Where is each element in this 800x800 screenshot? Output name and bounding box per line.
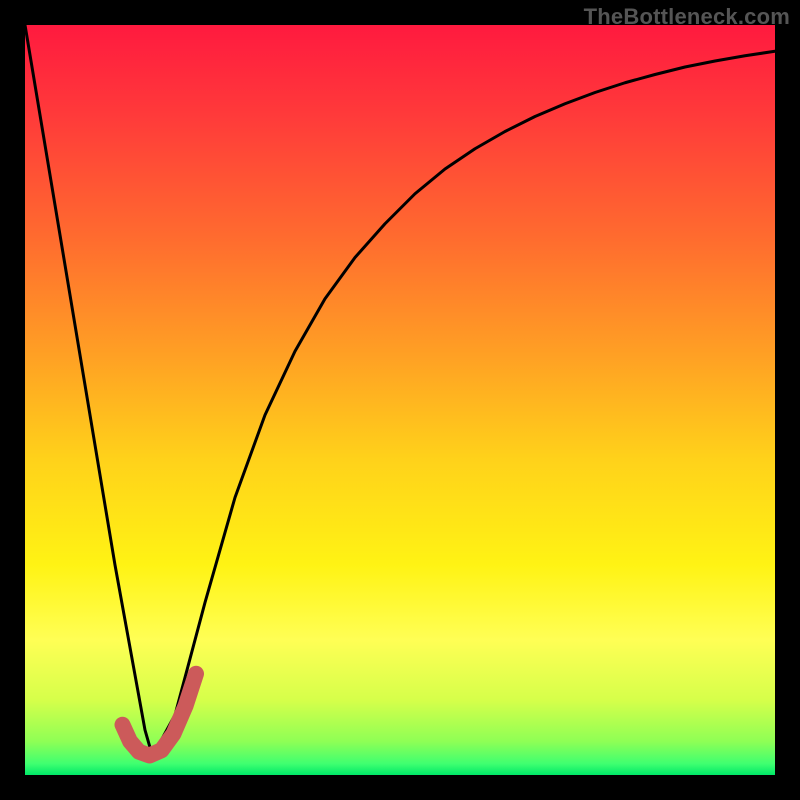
gradient-background: [25, 25, 775, 775]
watermark-text: TheBottleneck.com: [584, 4, 790, 30]
chart-svg: [25, 25, 775, 775]
plot-area: [25, 25, 775, 775]
chart-frame: TheBottleneck.com: [0, 0, 800, 800]
